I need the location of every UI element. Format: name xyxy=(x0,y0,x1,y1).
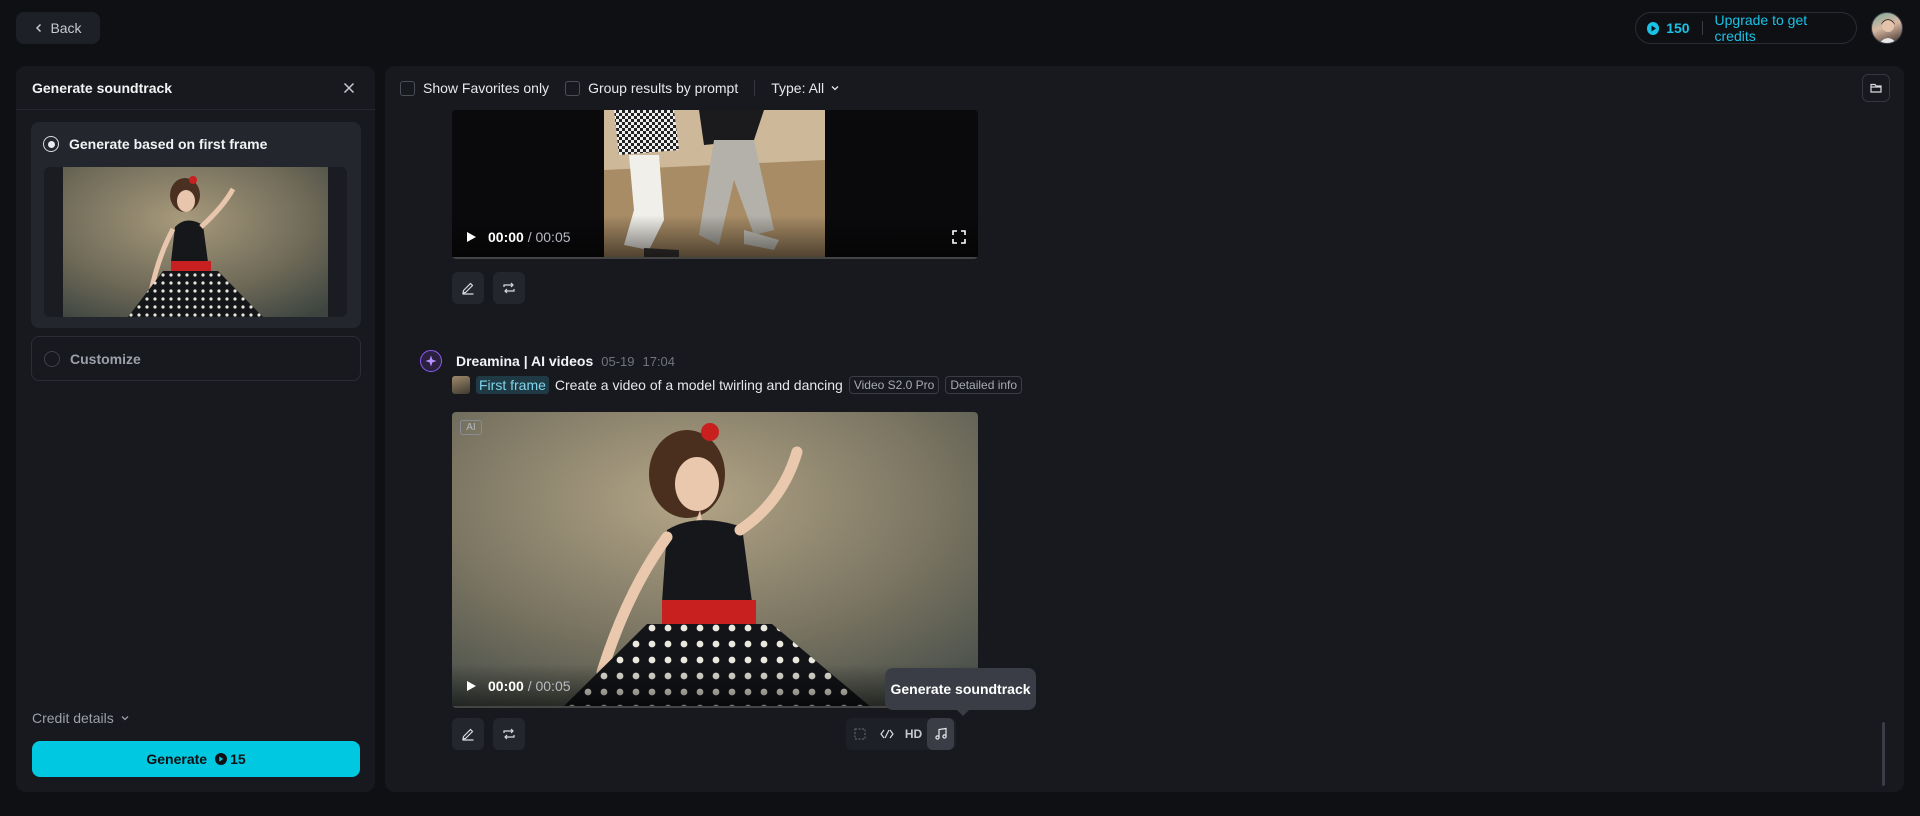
prompt-line: First frame Create a video of a model tw… xyxy=(452,376,1023,394)
favorites-label: Show Favorites only xyxy=(423,80,550,96)
pencil-icon xyxy=(461,727,475,741)
credit-coin-icon xyxy=(1647,21,1660,35)
panel-header: Generate soundtrack xyxy=(16,66,375,110)
detailed-info-tag[interactable]: Detailed info xyxy=(945,376,1023,394)
option-first-frame[interactable]: Generate based on first frame xyxy=(31,122,361,328)
video-1-time: 00:00 / 00:05 xyxy=(488,229,571,245)
panel-title: Generate soundtrack xyxy=(32,79,173,96)
checkbox-icon[interactable] xyxy=(565,80,581,96)
message-header: Dreamina | AI videos 05-19 17:04 xyxy=(420,350,675,372)
chevron-down-icon xyxy=(830,83,840,93)
divider xyxy=(1701,21,1703,35)
back-button[interactable]: Back xyxy=(16,12,100,44)
extend-frame-icon[interactable] xyxy=(846,718,873,750)
close-icon[interactable] xyxy=(339,78,359,98)
divider xyxy=(754,80,756,96)
results-panel: Show Favorites only Group results by pro… xyxy=(385,66,1904,792)
radio-unselected-icon[interactable] xyxy=(44,351,60,367)
credit-details-toggle[interactable]: Credit details xyxy=(32,710,130,726)
first-frame-thumbnail[interactable] xyxy=(452,376,470,394)
video-player-1[interactable]: 00:00 / 00:05 xyxy=(452,110,978,259)
option-customize[interactable]: Customize xyxy=(31,336,361,381)
tooltip: Generate soundtrack xyxy=(885,668,1036,716)
group-label: Group results by prompt xyxy=(588,80,739,96)
fullscreen-icon[interactable] xyxy=(952,230,966,244)
bot-name: Dreamina | AI videos xyxy=(456,353,594,369)
pencil-icon xyxy=(461,281,475,295)
edit-button[interactable] xyxy=(452,272,484,304)
group-checkbox[interactable]: Group results by prompt xyxy=(565,80,738,96)
music-note-icon[interactable] xyxy=(927,718,954,750)
radio-selected-icon[interactable] xyxy=(43,136,59,152)
model-tag: Video S2.0 Pro xyxy=(848,376,940,394)
message-time: 17:04 xyxy=(642,353,676,369)
generate-button[interactable]: Generate 15 xyxy=(32,741,360,777)
video-2-time: 00:00 / 00:05 xyxy=(488,678,571,694)
type-dropdown[interactable]: Type: All xyxy=(771,80,840,96)
soundtrack-panel: Generate soundtrack Generate based on fi… xyxy=(16,66,375,792)
edit-button[interactable] xyxy=(452,718,484,750)
user-avatar[interactable] xyxy=(1871,12,1903,44)
first-frame-chip[interactable]: First frame xyxy=(476,376,549,394)
first-frame-image xyxy=(63,167,328,317)
video-1-progress-bar[interactable] xyxy=(452,257,978,259)
chevron-down-icon xyxy=(120,713,130,723)
credit-count: 150 xyxy=(1666,20,1690,36)
video-player-2[interactable]: AI 00:00 / 00:05 xyxy=(452,412,978,708)
credit-details-label: Credit details xyxy=(32,710,114,726)
chevron-left-icon xyxy=(34,23,44,33)
ai-badge: AI xyxy=(460,420,482,435)
prompt-text: Create a video of a model twirling and d… xyxy=(554,377,843,393)
first-frame-preview xyxy=(44,167,347,317)
credit-coin-icon xyxy=(215,753,228,765)
back-label: Back xyxy=(50,20,82,36)
video-2-current-time: 00:00 xyxy=(488,678,524,694)
folder-icon xyxy=(1870,82,1882,94)
scrollbar[interactable] xyxy=(1882,722,1885,786)
results-toolbar: Show Favorites only Group results by pro… xyxy=(385,66,1904,110)
video-2-duration: / 00:05 xyxy=(527,678,571,694)
type-label: Type: All xyxy=(771,80,825,96)
generate-cost: 15 xyxy=(215,751,246,767)
play-icon[interactable] xyxy=(464,230,478,244)
dreamina-logo-icon xyxy=(420,350,442,372)
repeat-icon xyxy=(502,727,516,741)
folder-button[interactable] xyxy=(1862,74,1890,102)
generate-cost-value: 15 xyxy=(230,751,246,767)
regenerate-button[interactable] xyxy=(493,272,525,304)
video-1-duration: / 00:05 xyxy=(527,229,571,245)
regenerate-button[interactable] xyxy=(493,718,525,750)
interpolate-icon[interactable] xyxy=(873,718,900,750)
upgrade-link[interactable]: Upgrade to get credits xyxy=(1715,12,1844,44)
favorites-checkbox[interactable]: Show Favorites only xyxy=(400,80,549,96)
credits-pill[interactable]: 150 Upgrade to get credits xyxy=(1635,12,1857,44)
hd-upscale-button[interactable]: HD xyxy=(900,718,927,750)
option-customize-label: Customize xyxy=(70,351,141,367)
checkbox-icon[interactable] xyxy=(400,80,415,96)
video-1-current-time: 00:00 xyxy=(488,229,524,245)
option-first-frame-label: Generate based on first frame xyxy=(69,136,268,152)
video-1-controls: 00:00 / 00:05 xyxy=(452,215,978,259)
video-tools: HD xyxy=(846,718,956,750)
generate-label: Generate xyxy=(146,751,208,767)
repeat-icon xyxy=(502,281,516,295)
message-date: 05-19 xyxy=(601,353,635,369)
play-icon[interactable] xyxy=(464,679,478,693)
